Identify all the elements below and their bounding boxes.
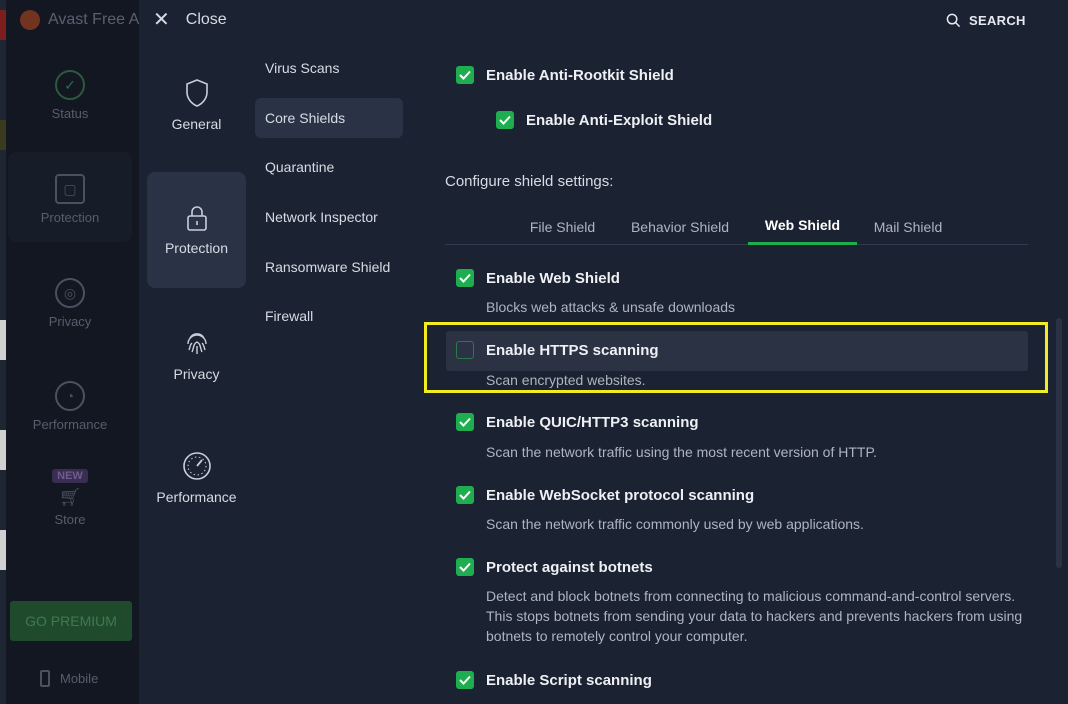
check-icon <box>459 417 471 427</box>
search-icon <box>946 13 961 28</box>
tab-file-shield[interactable]: File Shield <box>515 208 610 245</box>
option-description: Blocks web attacks & unsafe downloads <box>486 299 736 315</box>
category-general[interactable]: General <box>147 78 246 132</box>
tab-mail-shield[interactable]: Mail Shield <box>863 208 953 245</box>
category-privacy[interactable]: Privacy <box>147 328 246 382</box>
check-icon <box>459 675 471 685</box>
bg-nav-mobile: Mobile <box>40 670 98 687</box>
new-badge: NEW <box>52 469 88 483</box>
check-icon <box>459 562 471 572</box>
shield-icon <box>185 79 208 107</box>
option-script-scanning[interactable]: Enable Script scanning <box>456 671 652 689</box>
section-title: Configure shield settings: <box>445 173 614 190</box>
fingerprint-icon: ◎ <box>55 278 85 308</box>
check-icon <box>499 115 511 125</box>
submenu-network-inspector[interactable]: Network Inspector <box>255 197 403 237</box>
checkbox-checked[interactable] <box>456 671 474 689</box>
option-quic-scanning[interactable]: Enable QUIC/HTTP3 scanning <box>456 413 699 431</box>
checkbox-checked[interactable] <box>456 486 474 504</box>
search-button[interactable]: SEARCH <box>946 13 1026 28</box>
check-icon <box>459 273 471 283</box>
category-performance[interactable]: Performance <box>147 451 246 505</box>
submenu-core-shields[interactable]: Core Shields <box>255 98 403 138</box>
checkbox-checked[interactable] <box>456 269 474 287</box>
fingerprint-icon <box>186 333 207 354</box>
shield-tabs: File Shield Behavior Shield Web Shield M… <box>445 208 1028 245</box>
bg-nav-status: ✓ Status <box>8 70 132 121</box>
option-description: Scan the network traffic using the most … <box>486 444 877 460</box>
submenu-virus-scans[interactable]: Virus Scans <box>255 48 403 88</box>
close-button[interactable]: ✕ Close <box>153 10 227 30</box>
submenu-firewall[interactable]: Firewall <box>255 296 403 336</box>
option-anti-exploit[interactable]: Enable Anti-Exploit Shield <box>496 111 712 129</box>
cart-icon: 🛒︎ <box>58 487 82 507</box>
go-premium-button: GO PREMIUM <box>10 601 132 641</box>
highlight-annotation-box <box>424 322 1048 393</box>
lock-icon <box>186 206 207 231</box>
checkbox-checked[interactable] <box>496 111 514 129</box>
phone-icon <box>40 670 50 687</box>
check-icon: ✓ <box>55 70 85 100</box>
checkbox-checked[interactable] <box>456 66 474 84</box>
option-description: Scan the network traffic commonly used b… <box>486 516 864 532</box>
bg-nav-protection: ▢ Protection <box>8 152 132 242</box>
option-anti-rootkit[interactable]: Enable Anti-Rootkit Shield <box>456 66 674 84</box>
checkbox-checked[interactable] <box>456 413 474 431</box>
category-protection[interactable]: Protection <box>147 172 246 288</box>
background-edge <box>0 0 6 704</box>
bg-nav-privacy: ◎ Privacy <box>8 278 132 329</box>
check-icon <box>459 70 471 80</box>
app-title: Avast Free A <box>20 10 139 30</box>
option-botnets[interactable]: Protect against botnets <box>456 558 653 576</box>
tab-behavior-shield[interactable]: Behavior Shield <box>621 208 739 245</box>
bg-nav-store: NEW 🛒︎ Store <box>8 467 132 527</box>
checkbox-checked[interactable] <box>456 558 474 576</box>
tab-web-shield[interactable]: Web Shield <box>748 208 857 245</box>
lock-icon: ▢ <box>55 174 85 204</box>
option-websocket-scanning[interactable]: Enable WebSocket protocol scanning <box>456 486 754 504</box>
check-icon <box>459 490 471 500</box>
gauge-icon <box>182 452 211 480</box>
avast-logo-icon <box>20 10 40 30</box>
submenu-ransomware-shield[interactable]: Ransomware Shield <box>255 247 403 287</box>
scrollbar[interactable] <box>1056 318 1062 568</box>
submenu-quarantine[interactable]: Quarantine <box>255 147 403 187</box>
bg-nav-performance: ◔ Performance <box>8 381 132 432</box>
option-web-shield[interactable]: Enable Web Shield <box>456 269 620 287</box>
close-icon: ✕ <box>153 9 170 31</box>
option-description: Detect and block botnets from connecting… <box>486 588 1023 644</box>
gauge-icon: ◔ <box>55 381 85 411</box>
background-app-sidebar: Avast Free A ✓ Status ▢ Protection ◎ Pri… <box>0 0 140 704</box>
